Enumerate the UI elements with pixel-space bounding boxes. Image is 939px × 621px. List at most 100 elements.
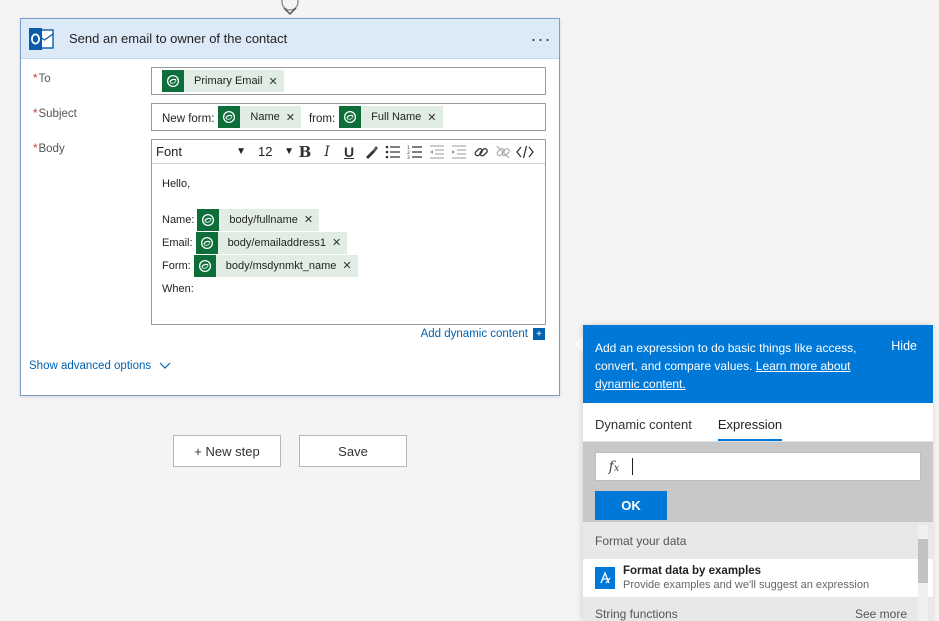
decrease-indent-button[interactable] xyxy=(426,141,448,163)
add-dynamic-content-label: Add dynamic content xyxy=(420,328,528,340)
tab-expression[interactable]: Expression xyxy=(717,417,783,441)
bullet-list-icon xyxy=(385,145,400,158)
action-header[interactable]: Send an email to owner of the contact ··… xyxy=(21,19,559,59)
body-line-email: Email: body/emailaddress1 ✕ xyxy=(162,231,535,254)
token-body-emailaddress1[interactable]: body/emailaddress1 ✕ xyxy=(195,231,348,254)
insert-link-button[interactable] xyxy=(470,141,492,163)
marker-icon xyxy=(366,145,378,159)
subject-label: *Subject xyxy=(33,108,77,120)
dynamic-content-panel: Add an expression to do basic things lik… xyxy=(583,325,933,621)
token-label: Primary Email xyxy=(194,75,263,87)
see-more-link[interactable]: See more xyxy=(855,607,907,621)
save-button[interactable]: Save xyxy=(299,435,407,467)
format-examples-icon xyxy=(595,567,615,589)
chevron-down-icon: ▼ xyxy=(284,146,294,157)
dataverse-icon xyxy=(339,106,362,128)
token-label: Name xyxy=(250,111,280,123)
line-label: Name: xyxy=(162,213,195,226)
dataverse-icon xyxy=(162,70,184,92)
body-label: *Body xyxy=(33,143,65,155)
dataverse-icon xyxy=(195,231,218,254)
show-advanced-label: Show advanced options xyxy=(29,360,152,372)
dataverse-icon xyxy=(193,254,216,277)
remove-token-icon[interactable]: ✕ xyxy=(332,236,347,249)
remove-token-icon[interactable]: ✕ xyxy=(427,111,442,124)
unlink-icon xyxy=(496,145,510,158)
body-editor[interactable]: Font ▼ 12 ▼ B I U 123 Hello, Name: body/… xyxy=(151,139,546,325)
panel-tabs: Dynamic content Expression xyxy=(583,403,933,442)
section-format-your-data: Format your data xyxy=(583,522,933,559)
token-name[interactable]: Name ✕ xyxy=(218,106,301,128)
fx-icon: fx xyxy=(608,458,620,475)
numbered-list-icon: 123 xyxy=(407,145,422,159)
add-dynamic-content-link[interactable]: Add dynamic content + xyxy=(421,328,545,340)
remove-link-button[interactable] xyxy=(492,141,514,163)
section-title: String functions xyxy=(595,607,678,621)
plus-icon: + xyxy=(533,328,545,340)
subject-field[interactable]: New form: Name ✕ from: Full Name ✕ xyxy=(151,103,546,131)
bullet-list-button[interactable] xyxy=(382,141,404,163)
line-label: Form: xyxy=(162,259,191,272)
link-icon xyxy=(474,147,488,156)
remove-token-icon[interactable]: ✕ xyxy=(304,213,319,226)
greeting-text: Hello, xyxy=(162,178,191,190)
font-select[interactable]: Font ▼ xyxy=(156,144,252,159)
ok-button[interactable]: OK xyxy=(595,491,667,520)
remove-token-icon[interactable]: ✕ xyxy=(342,259,357,272)
text-cursor xyxy=(632,458,633,475)
editor-content[interactable]: Hello, Name: body/fullname ✕ Email: body… xyxy=(152,164,545,326)
token-label: Full Name xyxy=(371,111,422,123)
body-line-form: Form: body/msdynmkt_name ✕ xyxy=(162,254,535,277)
svg-text:3: 3 xyxy=(407,155,410,159)
font-size-select[interactable]: 12 ▼ xyxy=(258,144,294,159)
token-label: body/emailaddress1 xyxy=(227,236,327,249)
remove-token-icon[interactable]: ✕ xyxy=(286,111,301,124)
line-label: Email: xyxy=(162,236,193,249)
increase-indent-button[interactable] xyxy=(448,141,470,163)
expression-input[interactable]: fx xyxy=(595,452,921,481)
highlight-button[interactable] xyxy=(360,141,382,163)
new-step-button[interactable]: + New step xyxy=(173,435,281,467)
to-label: *To xyxy=(33,73,51,85)
format-data-by-examples-item[interactable]: Format data by examples Provide examples… xyxy=(583,559,933,597)
outdent-icon xyxy=(430,144,444,159)
expression-editor-area: fx OK xyxy=(583,442,933,522)
item-title: Format data by examples xyxy=(623,565,762,577)
section-string-functions: String functions See more xyxy=(583,597,933,621)
token-body-fullname[interactable]: body/fullname ✕ xyxy=(197,208,320,231)
token-label: body/fullname xyxy=(229,213,298,226)
function-list: Format your data Format data by examples… xyxy=(583,522,933,621)
to-field[interactable]: Primary Email ✕ xyxy=(151,67,546,95)
connector-arrow-icon xyxy=(281,0,299,16)
panel-description: Add an expression to do basic things lik… xyxy=(595,339,871,393)
show-advanced-options-link[interactable]: Show advanced options xyxy=(29,360,171,372)
italic-button[interactable]: I xyxy=(316,141,338,163)
body-line-when: When: xyxy=(162,282,194,295)
bold-button[interactable]: B xyxy=(294,141,316,163)
code-icon xyxy=(516,145,534,158)
subject-text-prefix: New form: xyxy=(162,113,215,125)
token-body-msdynmkt-name[interactable]: body/msdynmkt_name ✕ xyxy=(193,254,358,277)
more-options-button[interactable]: ··· xyxy=(523,30,559,48)
rich-text-toolbar: Font ▼ 12 ▼ B I U 123 xyxy=(152,140,545,164)
token-label: body/msdynmkt_name xyxy=(225,259,337,272)
dataverse-icon xyxy=(218,106,241,128)
chevron-down-icon xyxy=(159,362,171,369)
remove-token-icon[interactable]: ✕ xyxy=(268,75,283,88)
item-description: Provide examples and we'll suggest an ex… xyxy=(623,579,870,591)
code-view-button[interactable] xyxy=(514,141,536,163)
chevron-down-icon: ▼ xyxy=(236,146,246,157)
numbered-list-button[interactable]: 123 xyxy=(404,141,426,163)
tab-dynamic-content[interactable]: Dynamic content xyxy=(595,417,692,441)
indent-icon xyxy=(452,144,466,159)
send-email-action-card: Send an email to owner of the contact ··… xyxy=(20,18,560,396)
scroll-thumb[interactable] xyxy=(918,539,928,583)
panel-header: Add an expression to do basic things lik… xyxy=(583,325,933,403)
token-full-name[interactable]: Full Name ✕ xyxy=(339,106,443,128)
panel-scrollbar[interactable] xyxy=(918,525,928,621)
token-primary-email[interactable]: Primary Email ✕ xyxy=(162,70,284,92)
dataverse-icon xyxy=(197,208,220,231)
hide-panel-button[interactable]: Hide xyxy=(891,339,917,353)
underline-button[interactable]: U xyxy=(338,141,360,163)
action-title: Send an email to owner of the contact xyxy=(69,31,288,46)
